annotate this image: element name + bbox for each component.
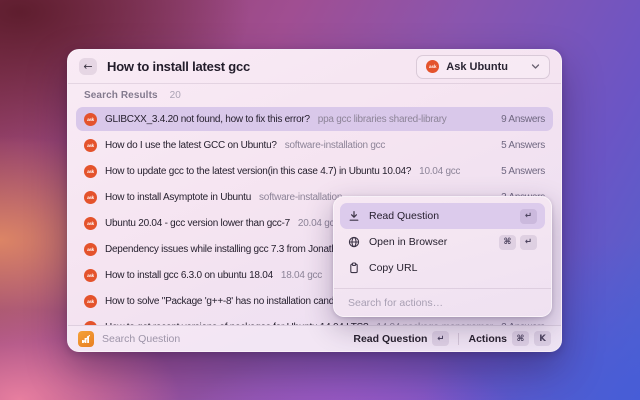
extension-icon	[78, 331, 94, 347]
actions-menu-items: Read Question ↵ Open in Browser ⌘ ↵	[334, 197, 551, 287]
menu-item-label: Open in Browser	[369, 236, 447, 248]
menu-item-label: Copy URL	[369, 262, 417, 274]
bottom-bar-divider	[458, 333, 459, 345]
primary-action-button[interactable]: Read Question	[353, 333, 427, 345]
return-key-icon: ↵	[520, 209, 537, 224]
bottom-action-bar: Search Question Read Question ↵ Actions …	[68, 325, 561, 351]
menu-item-label: Read Question	[369, 210, 439, 222]
source-dropdown[interactable]: ask Ask Ubuntu	[416, 55, 550, 79]
raycast-window: ← How to install latest gcc ask Ask Ubun…	[67, 49, 562, 352]
result-title: How do I use the latest GCC on Ubuntu?	[105, 140, 277, 151]
result-title: Dependency issues while installing gcc 7…	[105, 244, 342, 255]
actions-popup-menu: Read Question ↵ Open in Browser ⌘ ↵	[333, 196, 552, 317]
menu-item-read-question[interactable]: Read Question ↵	[340, 203, 545, 229]
chevron-down-icon	[531, 62, 540, 71]
result-answers: 5 Answers	[501, 140, 545, 151]
command-key-icon: ⌘	[499, 235, 516, 250]
result-tags: 10.04 gcc	[419, 166, 460, 177]
ask-ubuntu-icon: ask	[84, 269, 97, 282]
menu-item-shortcuts: ⌘ ↵	[499, 235, 537, 250]
ask-ubuntu-icon: ask	[84, 139, 97, 152]
result-tags: software-installation	[259, 192, 342, 203]
menu-item-shortcuts: ↵	[520, 209, 537, 224]
ask-ubuntu-icon: ask	[84, 191, 97, 204]
back-button[interactable]: ←	[79, 58, 97, 75]
result-title: How to install gcc 6.3.0 on ubuntu 18.04	[105, 270, 273, 281]
clipboard-icon	[348, 262, 360, 274]
source-dropdown-label: Ask Ubuntu	[446, 61, 508, 73]
return-key-icon: ↵	[432, 331, 449, 346]
section-count: 20	[170, 90, 181, 101]
result-title: GLIBCXX_3.4.20 not found, how to fix thi…	[105, 114, 310, 125]
result-tags: 18.04 gcc	[281, 270, 322, 281]
page-title: How to install latest gcc	[107, 59, 250, 74]
command-key-icon: ⌘	[512, 331, 529, 346]
result-tags: software-installation gcc	[285, 140, 385, 151]
result-title: How to update gcc to the latest version(…	[105, 166, 411, 177]
download-icon	[348, 210, 360, 222]
back-arrow-icon: ←	[83, 60, 92, 73]
bottom-bar-actions: Read Question ↵ Actions ⌘ K	[353, 331, 551, 346]
ask-ubuntu-icon: ask	[84, 243, 97, 256]
ask-ubuntu-icon: ask	[84, 295, 97, 308]
section-header: Search Results 20	[68, 84, 561, 107]
result-title: How to install Asymptote in Ubuntu	[105, 192, 251, 203]
result-title: Ubuntu 20.04 - gcc version lower than gc…	[105, 218, 290, 229]
section-label: Search Results	[84, 90, 158, 101]
window-header: ← How to install latest gcc ask Ask Ubun…	[68, 50, 561, 84]
k-key-icon: K	[534, 331, 551, 346]
ask-ubuntu-icon: ask	[84, 165, 97, 178]
ask-ubuntu-icon: ask	[84, 217, 97, 230]
result-row-selected[interactable]: ask GLIBCXX_3.4.20 not found, how to fix…	[76, 107, 553, 131]
ask-ubuntu-icon: ask	[84, 113, 97, 126]
menu-item-open-in-browser[interactable]: Open in Browser ⌘ ↵	[340, 229, 545, 255]
result-answers: 5 Answers	[501, 166, 545, 177]
ask-ubuntu-icon: ask	[426, 60, 439, 73]
actions-search-input[interactable]: Search for actions…	[334, 290, 551, 316]
result-title: How to solve "Package 'g++-8' has no ins…	[105, 296, 336, 307]
return-key-icon: ↵	[520, 235, 537, 250]
result-row[interactable]: ask How do I use the latest GCC on Ubunt…	[76, 133, 553, 157]
result-answers: 9 Answers	[501, 114, 545, 125]
globe-icon	[348, 236, 360, 248]
search-question-input[interactable]: Search Question	[102, 333, 180, 345]
actions-button[interactable]: Actions	[468, 333, 507, 345]
result-tags: ppa gcc libraries shared-library	[318, 114, 447, 125]
menu-item-copy-url[interactable]: Copy URL	[340, 255, 545, 281]
menu-divider	[334, 288, 551, 289]
result-row[interactable]: ask How to update gcc to the latest vers…	[76, 159, 553, 183]
